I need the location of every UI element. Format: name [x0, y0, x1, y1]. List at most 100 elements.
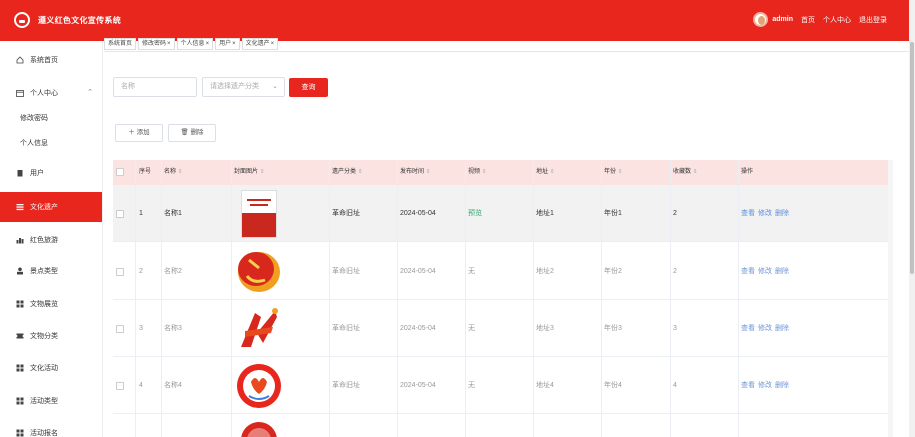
edit-button[interactable]: 修改	[758, 325, 772, 332]
header-label: 视频	[468, 169, 481, 175]
sidebar-item-label: 修改密码	[20, 115, 48, 122]
trash-icon: 🗑	[180, 129, 189, 136]
sort-icon[interactable]: ⇕	[178, 169, 183, 175]
circle-emblem-icon	[237, 364, 281, 408]
cell-date: 2024-05-04	[400, 382, 436, 389]
cell-year: 年份3	[604, 325, 622, 332]
tab-cultural-heritage[interactable]: 文化遗产×	[241, 38, 279, 50]
logout-link[interactable]: 退出登录	[859, 15, 887, 25]
row-checkbox[interactable]	[116, 210, 124, 218]
close-icon[interactable]: ×	[232, 41, 236, 47]
sidebar: 系统首页 个人中心 ⌃ 修改密码 个人信息 用户 文化遗产 红色旅游 景点类型 …	[0, 41, 103, 437]
header-video[interactable]: 视频 ⇕	[468, 160, 487, 185]
view-button[interactable]: 查看	[741, 382, 755, 389]
sidebar-item-label: 用户	[30, 170, 44, 177]
header-label: 封面图片	[234, 169, 259, 175]
add-button[interactable]: ＋ 添加	[115, 124, 163, 142]
cover-image	[235, 188, 283, 239]
close-icon[interactable]: ×	[206, 41, 210, 47]
cell-category: 革命旧址	[332, 325, 360, 332]
delete-row-button[interactable]: 删除	[775, 268, 789, 275]
delete-button[interactable]: 🗑 删除	[168, 124, 216, 142]
sort-icon[interactable]: ⇕	[482, 169, 487, 175]
tab-personal-info[interactable]: 个人信息×	[176, 38, 214, 50]
cell-category: 革命旧址	[332, 268, 360, 275]
user-name[interactable]: admin	[772, 16, 793, 23]
search-button[interactable]: 查询	[289, 78, 328, 97]
view-button[interactable]: 查看	[741, 210, 755, 217]
select-all-checkbox[interactable]	[116, 168, 124, 176]
sort-icon[interactable]: ⇕	[260, 169, 265, 175]
tab-change-password[interactable]: 修改密码×	[138, 38, 175, 50]
avatar[interactable]	[753, 12, 769, 27]
sidebar-item-home[interactable]: 系统首页	[0, 45, 102, 75]
header-address[interactable]: 地址 ⇕	[536, 160, 555, 185]
sort-icon[interactable]: ⇕	[693, 169, 698, 175]
chevron-down-icon: ⌄	[272, 83, 278, 90]
cell-index: 2	[139, 268, 143, 275]
header-favorites[interactable]: 收藏数 ⇕	[673, 160, 698, 185]
delete-row-button[interactable]: 删除	[775, 325, 789, 332]
sidebar-item-scenic-types[interactable]: 景点类型	[0, 256, 102, 286]
header-year[interactable]: 年份 ⇕	[604, 160, 623, 185]
cell-favorites: 3	[673, 325, 677, 332]
close-icon[interactable]: ×	[271, 41, 275, 47]
edit-button[interactable]: 修改	[758, 382, 772, 389]
view-button[interactable]: 查看	[741, 268, 755, 275]
scrollbar-thumb[interactable]	[910, 42, 914, 274]
table-scrollbar[interactable]	[888, 160, 893, 437]
sort-icon[interactable]: ⇕	[618, 169, 623, 175]
red-pattern-icon	[241, 422, 277, 437]
divider	[601, 160, 602, 437]
header-label: 名称	[164, 169, 177, 175]
table-row: 2 名称2 革命旧址 2024-05-04 无 地址2 年份2 2 查看 修改 删除	[113, 243, 888, 300]
sidebar-item-relic-exhibition[interactable]: 文物展览	[0, 289, 102, 319]
nav-home-link[interactable]: 首页	[801, 15, 815, 25]
tab-users[interactable]: 用户×	[215, 38, 240, 50]
header-cover[interactable]: 封面图片 ⇕	[234, 160, 265, 185]
sidebar-item-label: 活动类型	[30, 398, 58, 405]
sort-icon[interactable]: ⇕	[550, 169, 555, 175]
row-checkbox[interactable]	[116, 268, 124, 276]
sidebar-item-label: 红色旅游	[30, 237, 58, 244]
sidebar-item-users[interactable]: 用户	[0, 158, 102, 188]
edit-button[interactable]: 修改	[758, 210, 772, 217]
cell-date: 2024-05-04	[400, 268, 436, 275]
header-actions: 操作	[741, 169, 754, 175]
cell-year: 年份2	[604, 268, 622, 275]
tab-label: 修改密码	[142, 41, 167, 47]
row-checkbox[interactable]	[116, 382, 124, 390]
view-button[interactable]: 查看	[741, 325, 755, 332]
divider	[135, 160, 136, 437]
name-search-input[interactable]: 名称	[113, 77, 197, 97]
delete-row-button[interactable]: 删除	[775, 382, 789, 389]
header-date[interactable]: 发布时间 ⇕	[400, 160, 431, 185]
cover-image	[235, 360, 283, 411]
top-bar: 遵义红色文化宣传系统 admin 首页 个人中心 退出登录	[0, 0, 909, 41]
sidebar-item-activity-types[interactable]: 活动类型	[0, 386, 102, 416]
sidebar-item-cultural-heritage[interactable]: 文化遗产	[0, 192, 102, 222]
sidebar-item-activity-signup[interactable]: 活动报名	[0, 418, 102, 437]
ticket-icon	[16, 332, 24, 340]
sidebar-item-personal-info[interactable]: 个人信息	[0, 128, 102, 158]
cell-video: 无	[468, 268, 475, 275]
sidebar-item-red-tourism[interactable]: 红色旅游	[0, 225, 102, 255]
tab-home[interactable]: 系统首页	[104, 38, 137, 50]
sort-icon[interactable]: ⇕	[426, 169, 431, 175]
page-scrollbar[interactable]	[909, 0, 915, 437]
close-icon[interactable]: ×	[167, 41, 171, 47]
category-select[interactable]: 请选择遗产分类 ⌄	[202, 77, 285, 97]
video-preview-link[interactable]: 预览	[468, 185, 482, 242]
sort-icon[interactable]: ⇕	[358, 169, 363, 175]
sidebar-item-relic-category[interactable]: 文物分类	[0, 321, 102, 351]
delete-row-button[interactable]: 删除	[775, 210, 789, 217]
sidebar-item-cultural-activities[interactable]: 文化活动	[0, 353, 102, 383]
row-checkbox[interactable]	[116, 325, 124, 333]
edit-button[interactable]: 修改	[758, 268, 772, 275]
header-category[interactable]: 遗产分类 ⇕	[332, 160, 363, 185]
clipboard-icon	[16, 169, 24, 177]
cell-video: 无	[468, 382, 475, 389]
header-name[interactable]: 名称 ⇕	[164, 160, 183, 185]
nav-profile-link[interactable]: 个人中心	[823, 15, 851, 25]
cell-address: 地址4	[536, 382, 554, 389]
